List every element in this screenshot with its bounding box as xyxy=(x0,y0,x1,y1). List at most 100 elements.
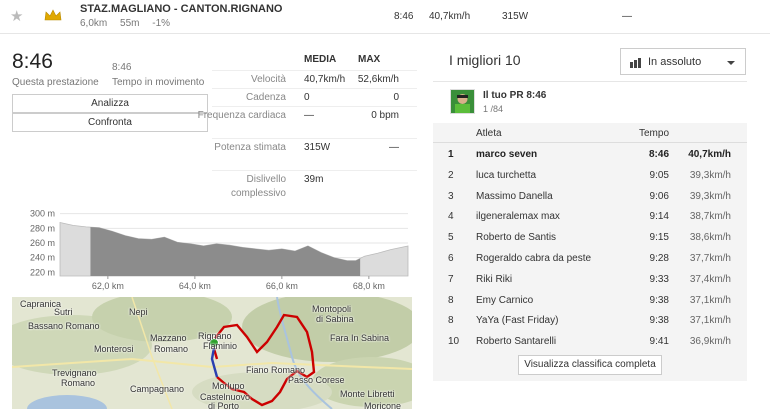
map-label: Rignano xyxy=(198,331,232,341)
stats-max: 0 bpm xyxy=(371,110,399,121)
map-label: Fara In Sabina xyxy=(330,333,390,343)
stats-header-max: MAX xyxy=(358,54,381,65)
stats-avg: 39m xyxy=(304,174,324,185)
row-time: 8:46 xyxy=(648,149,669,160)
row-rank: 8 xyxy=(448,315,454,327)
filter-label: In assoluto xyxy=(648,56,702,68)
map-label: Morlupo xyxy=(212,381,245,391)
row-athlete-name[interactable]: ilgeneralemax max xyxy=(476,211,560,222)
row-time: 9:33 xyxy=(649,273,669,285)
map-label: Montopoli xyxy=(312,304,352,314)
table-row[interactable]: 4 ilgeneralemax max 9:14 38,7km/h xyxy=(433,206,747,227)
segment-power: 315W xyxy=(502,11,529,22)
compare-button[interactable]: Confronta xyxy=(12,113,208,132)
segment-speed: 40,7km/h xyxy=(429,11,471,22)
segment-name[interactable]: STAZ.MAGLIANO - CANTON.RIGNANO xyxy=(80,3,282,15)
moving-time-label: Tempo in movimento xyxy=(112,77,205,88)
row-time: 9:05 xyxy=(649,169,669,181)
map-label: Moricone xyxy=(364,401,402,409)
row-athlete-name[interactable]: luca turchetta xyxy=(476,170,536,181)
crown-icon xyxy=(44,9,62,21)
row-athlete-name[interactable]: Riki Riki xyxy=(476,274,512,285)
row-speed: 38,7km/h xyxy=(689,211,731,223)
map-label: Flaminio xyxy=(203,341,238,351)
row-rank: 3 xyxy=(448,190,454,202)
map-label: Bassano Romano xyxy=(28,321,100,331)
table-row[interactable]: 8 Emy Carnico 9:38 37,1km/h xyxy=(433,290,747,311)
x-tick-label: 68,0 km xyxy=(353,281,385,291)
y-tick-label: 280 m xyxy=(30,223,55,233)
row-rank: 7 xyxy=(448,273,454,285)
row-time: 9:14 xyxy=(649,211,669,223)
row-rank: 4 xyxy=(448,211,454,223)
map-label: Romano xyxy=(61,378,96,388)
table-row[interactable]: 7 Riki Riki 9:33 37,4km/h xyxy=(433,269,747,290)
map-label: Nepi xyxy=(129,307,148,317)
segment-meta: 6,0km 55m -1% xyxy=(80,18,180,29)
map-label: Monte Libretti xyxy=(340,389,395,399)
stats-avg: 40,7km/h xyxy=(304,74,346,85)
avatar-image xyxy=(451,90,474,113)
route-map[interactable]: Capranica Bassano Romano Sutri Nepi Mazz… xyxy=(12,297,412,409)
row-athlete-name[interactable]: marco seven xyxy=(476,149,537,160)
col-athlete: Atleta xyxy=(476,128,502,139)
segment-elevation: 55m xyxy=(120,18,140,29)
y-tick-label: 240 m xyxy=(30,253,55,263)
map-label: Fiano Romano xyxy=(246,365,306,375)
table-header: Atleta Tempo xyxy=(433,123,747,143)
row-speed: 38,6km/h xyxy=(689,232,731,244)
row-athlete-name[interactable]: Roberto Santarelli xyxy=(476,336,556,347)
analyze-button[interactable]: Analizza xyxy=(12,94,208,113)
row-rank: 2 xyxy=(448,169,454,181)
map-label: Monterosi xyxy=(94,344,134,354)
stats-row: Frequenza cardiaca — 0 bpm xyxy=(198,106,417,138)
star-icon[interactable]: ★ xyxy=(10,7,23,25)
table-row[interactable]: 8 YaYa (Fast Friday) 9:38 37,1km/h xyxy=(433,310,747,331)
row-speed: 39,3km/h xyxy=(689,190,731,202)
map-label: Romano xyxy=(154,344,189,354)
row-athlete-name[interactable]: Roberto de Santis xyxy=(476,232,556,243)
row-time: 9:15 xyxy=(649,232,669,244)
segment-grade: -1% xyxy=(152,18,171,29)
stats-avg: 315W xyxy=(304,142,331,153)
table-row[interactable]: 5 Roberto de Santis 9:15 38,6km/h xyxy=(433,227,747,248)
col-time: Tempo xyxy=(639,128,670,139)
map-label: Campagnano xyxy=(130,384,185,394)
segment-row[interactable]: ★ STAZ.MAGLIANO - CANTON.RIGNANO 6,0km 5… xyxy=(0,0,770,34)
map-label: di Sabina xyxy=(316,314,354,324)
stats-label: Dislivello complessivo xyxy=(230,174,286,199)
map-label: Mazzano xyxy=(150,333,187,343)
row-rank: 1 xyxy=(448,149,454,160)
row-athlete-name[interactable]: YaYa (Fast Friday) xyxy=(476,315,558,326)
stats-max: 0 xyxy=(393,92,399,103)
map-label: Passo Corese xyxy=(288,375,345,385)
elevation-chart[interactable]: 300 m 280 m 260 m 240 m 220 m 62,0 km 64,0 km 6… xyxy=(0,200,420,295)
segment-time: 8:46 xyxy=(394,11,414,22)
table-row[interactable]: 6 Rogeraldo cabra da peste 9:28 37,7km/h xyxy=(433,248,747,269)
row-speed: 37,1km/h xyxy=(689,294,731,306)
row-time: 9:38 xyxy=(649,315,669,327)
map-label: di Porto xyxy=(208,401,240,409)
stats-avg: 0 xyxy=(304,92,310,103)
pr-rank: 1 /84 xyxy=(483,104,504,114)
stats-max: 52,6km/h xyxy=(357,74,399,85)
table-row[interactable]: 1 marco seven 8:46 40,7km/h xyxy=(433,144,747,165)
row-athlete-name[interactable]: Rogeraldo cabra da peste xyxy=(476,253,591,264)
stats-row: Potenza stimata 315W — xyxy=(212,138,417,170)
view-full-leaderboard-button[interactable]: Visualizza classifica completa xyxy=(518,355,662,375)
row-speed: 36,9km/h xyxy=(689,336,731,348)
table-row[interactable]: 2 luca turchetta 9:05 39,3km/h xyxy=(433,165,747,186)
stats-row: Dislivello complessivo 39m xyxy=(212,170,417,202)
stats-row: Cadenza 0 0 xyxy=(212,88,417,106)
stats-avg: — xyxy=(304,110,314,121)
map-label: Sutri xyxy=(54,307,73,317)
row-athlete-name[interactable]: Emy Carnico xyxy=(476,295,533,306)
leaderboard-title: I migliori 10 xyxy=(449,52,521,68)
map-label: Trevignano xyxy=(52,368,97,378)
row-time: 9:41 xyxy=(649,336,669,348)
table-row[interactable]: 3 Massimo Danella 9:06 39,3km/h xyxy=(433,186,747,207)
row-athlete-name[interactable]: Massimo Danella xyxy=(476,191,553,202)
table-row[interactable]: 10 Roberto Santarelli 9:41 36,9km/h xyxy=(433,331,747,352)
avatar[interactable] xyxy=(450,89,475,114)
leaderboard-filter-dropdown[interactable]: In assoluto xyxy=(620,48,746,75)
